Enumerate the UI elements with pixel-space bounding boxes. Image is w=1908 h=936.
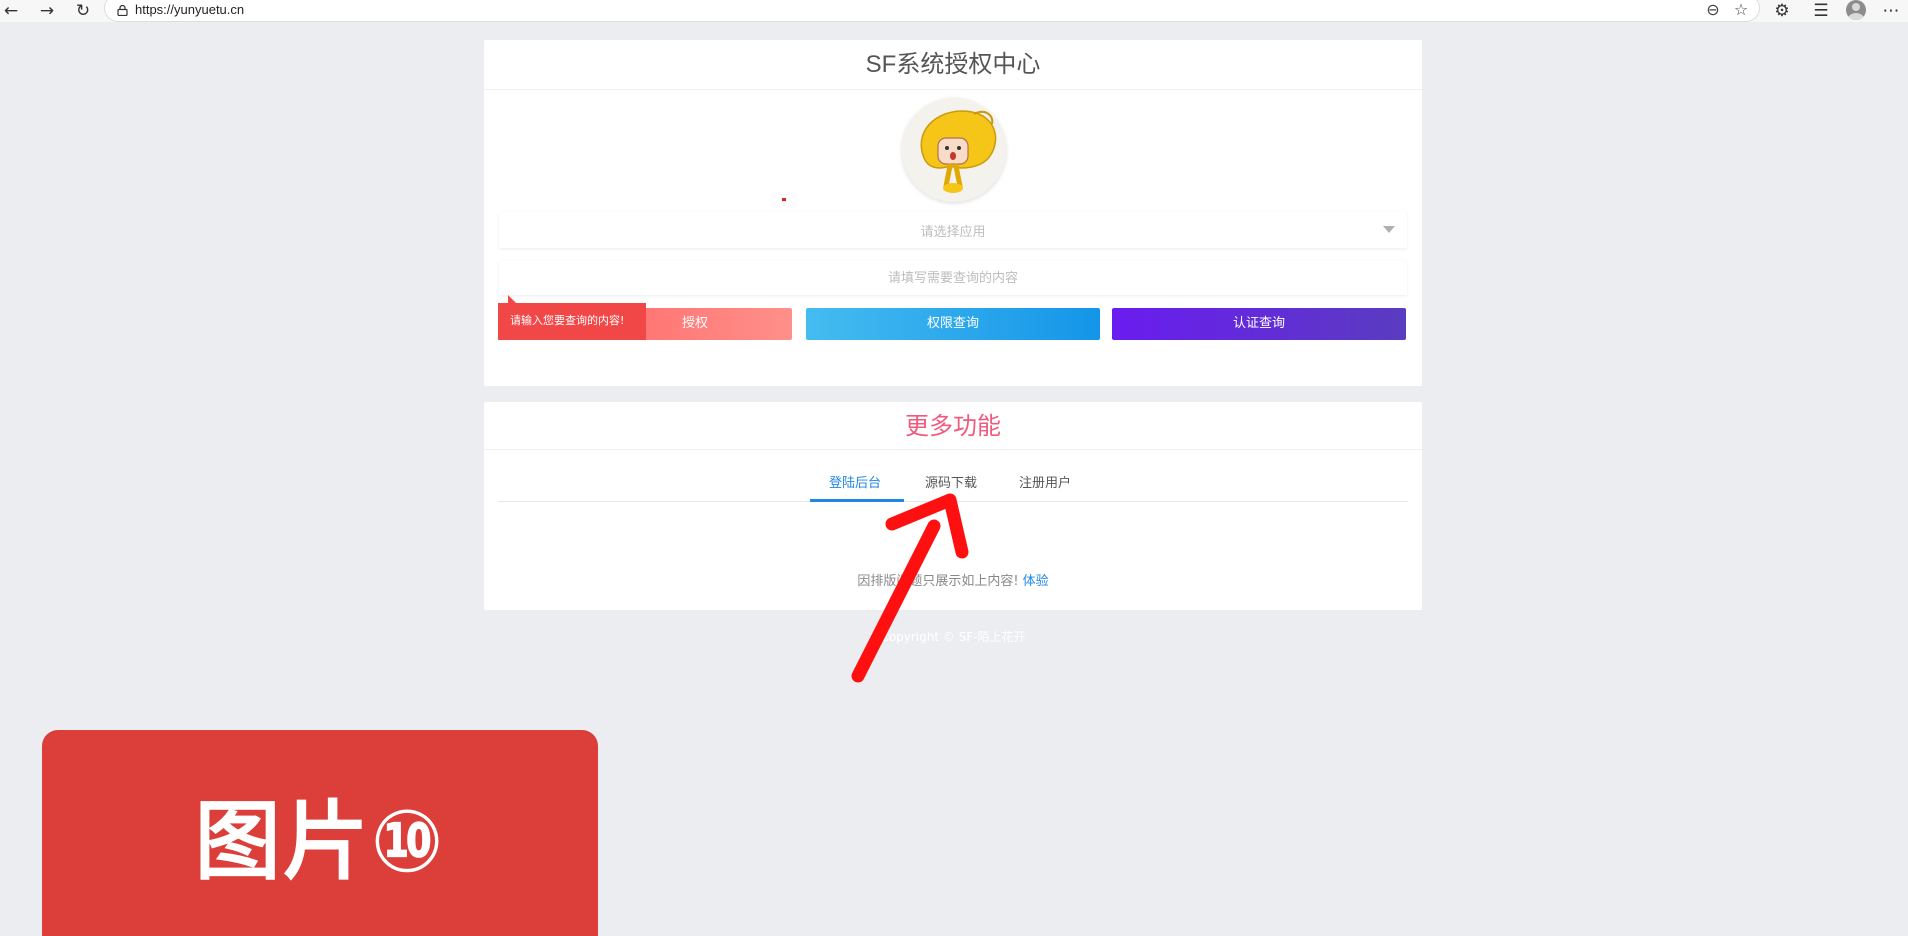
permission-query-button[interactable]: 权限查询: [806, 308, 1100, 340]
figure-label-text: 图片⑩: [194, 792, 446, 892]
app-select-placeholder: 请选择应用: [920, 225, 986, 240]
notice-message: 因排版问题只展示如上内容!: [857, 574, 1019, 589]
favorites-list-icon[interactable]: ☰: [1810, 0, 1832, 22]
validation-tooltip: 请输入您要查询的内容!: [498, 295, 646, 340]
cert-query-button[interactable]: 认证查询: [1112, 308, 1406, 340]
browser-toolbar: ← → ↻ https://yunyuetu.cn ⊖ ☆ ⚙ ☰ ⋯: [0, 0, 1908, 22]
back-icon[interactable]: ←: [0, 0, 22, 22]
auth-center-card: SF系统授权中心 请选择应用 授权 权限查询 认证查询 请输入您要查询的内容!: [484, 40, 1422, 386]
url-text: https://yunyuetu.cn: [135, 2, 245, 17]
tab-register-user[interactable]: 注册用户: [1019, 472, 1071, 491]
profile-avatar[interactable]: [1846, 0, 1866, 20]
active-tab-indicator: [810, 499, 904, 502]
forward-icon[interactable]: →: [36, 0, 58, 22]
refresh-icon[interactable]: ↻: [72, 0, 94, 22]
permission-query-label: 权限查询: [926, 316, 979, 331]
extensions-icon[interactable]: ⚙: [1771, 0, 1793, 22]
chevron-down-icon: [1383, 226, 1395, 233]
figure-label-box: 图片⑩: [42, 730, 598, 936]
more-functions-title: 更多功能: [905, 412, 1001, 440]
address-bar[interactable]: https://yunyuetu.cn ⊖ ☆: [104, 0, 1760, 22]
more-functions-card: 更多功能 登陆后台 源码下载 注册用户 因排版问题只展示如上内容! 体验: [484, 402, 1422, 610]
page-title: SF系统授权中心: [865, 51, 1041, 78]
notice-text: 因排版问题只展示如上内容! 体验: [484, 570, 1422, 589]
validation-tooltip-text: 请输入您要查询的内容!: [510, 314, 625, 327]
mascot-avatar: [902, 98, 1006, 202]
tab-login-backend[interactable]: 登陆后台: [829, 472, 881, 491]
tabs-divider: [498, 501, 1408, 502]
cert-query-label: 认证查询: [1232, 316, 1285, 331]
trial-link[interactable]: 体验: [1023, 574, 1049, 589]
query-input[interactable]: [499, 261, 1407, 295]
reader-icon[interactable]: ⊖: [1703, 0, 1723, 19]
favorite-icon[interactable]: ☆: [1731, 0, 1751, 19]
red-mark: [782, 198, 786, 201]
app-select[interactable]: 请选择应用: [499, 212, 1407, 248]
tab-source-download[interactable]: 源码下载: [925, 472, 977, 491]
copyright-text: Copyright © SF-陌上花开: [880, 630, 1026, 644]
lock-icon: [117, 5, 128, 16]
more-card-header: 更多功能: [484, 402, 1422, 450]
more-options-icon[interactable]: ⋯: [1880, 0, 1902, 22]
auth-card-header: SF系统授权中心: [484, 40, 1422, 90]
